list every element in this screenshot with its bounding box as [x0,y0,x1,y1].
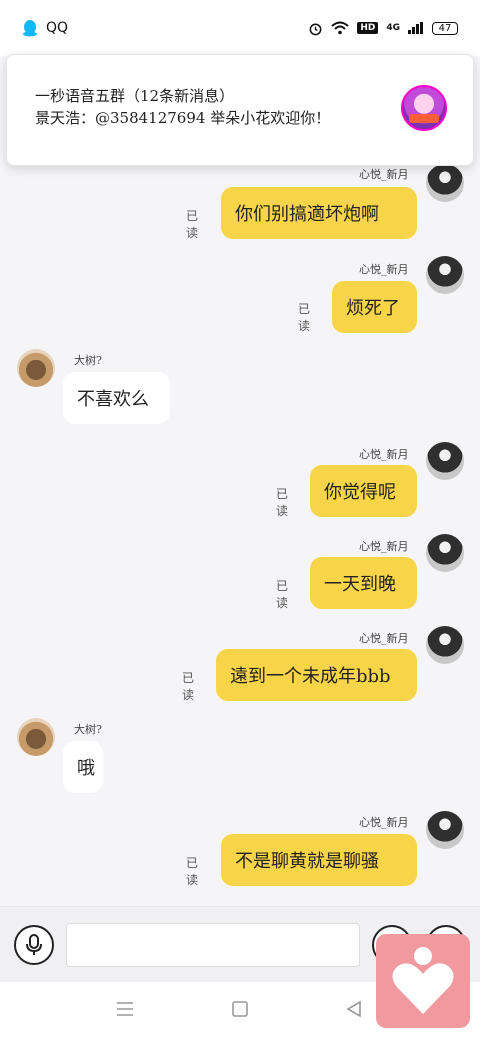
sender-nickname: 大树? [74,723,102,736]
sender-nickname: 心悦_新月 [359,448,409,461]
sender-nickname: 心悦_新月 [359,816,409,829]
sender-nickname: 心悦_新月 [359,168,409,181]
message-bubble[interactable]: 哦 [63,741,103,793]
qq-penguin-icon [23,20,37,37]
message-bubble[interactable]: 你们别搞適坏炮啊 [221,187,417,239]
sender-nickname: 大树? [74,354,102,367]
sender-nickname: 心悦_新月 [359,540,409,553]
sender-nickname: 心悦_新月 [359,263,409,276]
message-bubble[interactable]: 你觉得呢 [310,465,417,517]
chat-area[interactable]: 心悦_新月 已读 你们别搞適坏炮啊 心悦_新月 已读 烦死了 大树? 不喜欢么 … [0,56,480,906]
notification-body: 景天浩：@3584127694 举朵小花欢迎你！ [35,109,331,127]
avatar[interactable] [426,442,464,480]
read-receipt: 已读 [186,209,199,240]
status-app-name: QQ [46,20,69,36]
message-bubble[interactable]: 不喜欢么 [63,372,170,424]
microphone-icon [26,934,42,955]
avatar[interactable] [17,349,55,387]
status-bar: QQ HD 4G 47 [0,0,480,56]
avatar[interactable] [426,534,464,572]
voice-button[interactable] [14,925,54,965]
menu-icon[interactable] [116,1000,134,1018]
wifi-icon [331,21,349,35]
read-receipt: 已读 [276,487,289,518]
message-bubble[interactable]: 烦死了 [332,281,417,333]
avatar[interactable] [426,164,464,202]
battery-indicator: 47 [432,21,458,35]
message-bubble[interactable]: 一天到晚 [310,557,417,609]
notification-title: 一秒语音五群（12条新消息） [35,87,235,105]
hd-badge: HD [357,22,379,34]
message-bubble[interactable]: 遠到一个未成年bbb [216,649,417,701]
avatar[interactable] [426,811,464,849]
heart-icon [392,947,454,1014]
back-icon[interactable] [345,1000,363,1018]
avatar[interactable] [17,718,55,756]
status-icons: HD 4G 47 [308,21,458,36]
message-input[interactable] [66,923,360,967]
avatar[interactable] [426,626,464,664]
read-receipt: 已读 [186,856,199,887]
network-type: 4G [386,22,400,33]
signal-icon [408,22,423,34]
read-receipt: 已读 [298,302,311,333]
message-notification[interactable]: 一秒语音五群（12条新消息） 景天浩：@3584127694 举朵小花欢迎你！ [6,54,474,166]
group-avatar [401,85,447,131]
home-icon[interactable] [231,1000,249,1018]
avatar[interactable] [426,256,464,294]
read-receipt: 已读 [182,671,195,702]
read-receipt: 已读 [276,579,289,610]
floating-heart-button[interactable] [376,934,470,1028]
message-bubble[interactable]: 不是聊黄就是聊骚 [221,834,417,886]
sender-nickname: 心悦_新月 [359,632,409,645]
alarm-icon [309,23,322,35]
